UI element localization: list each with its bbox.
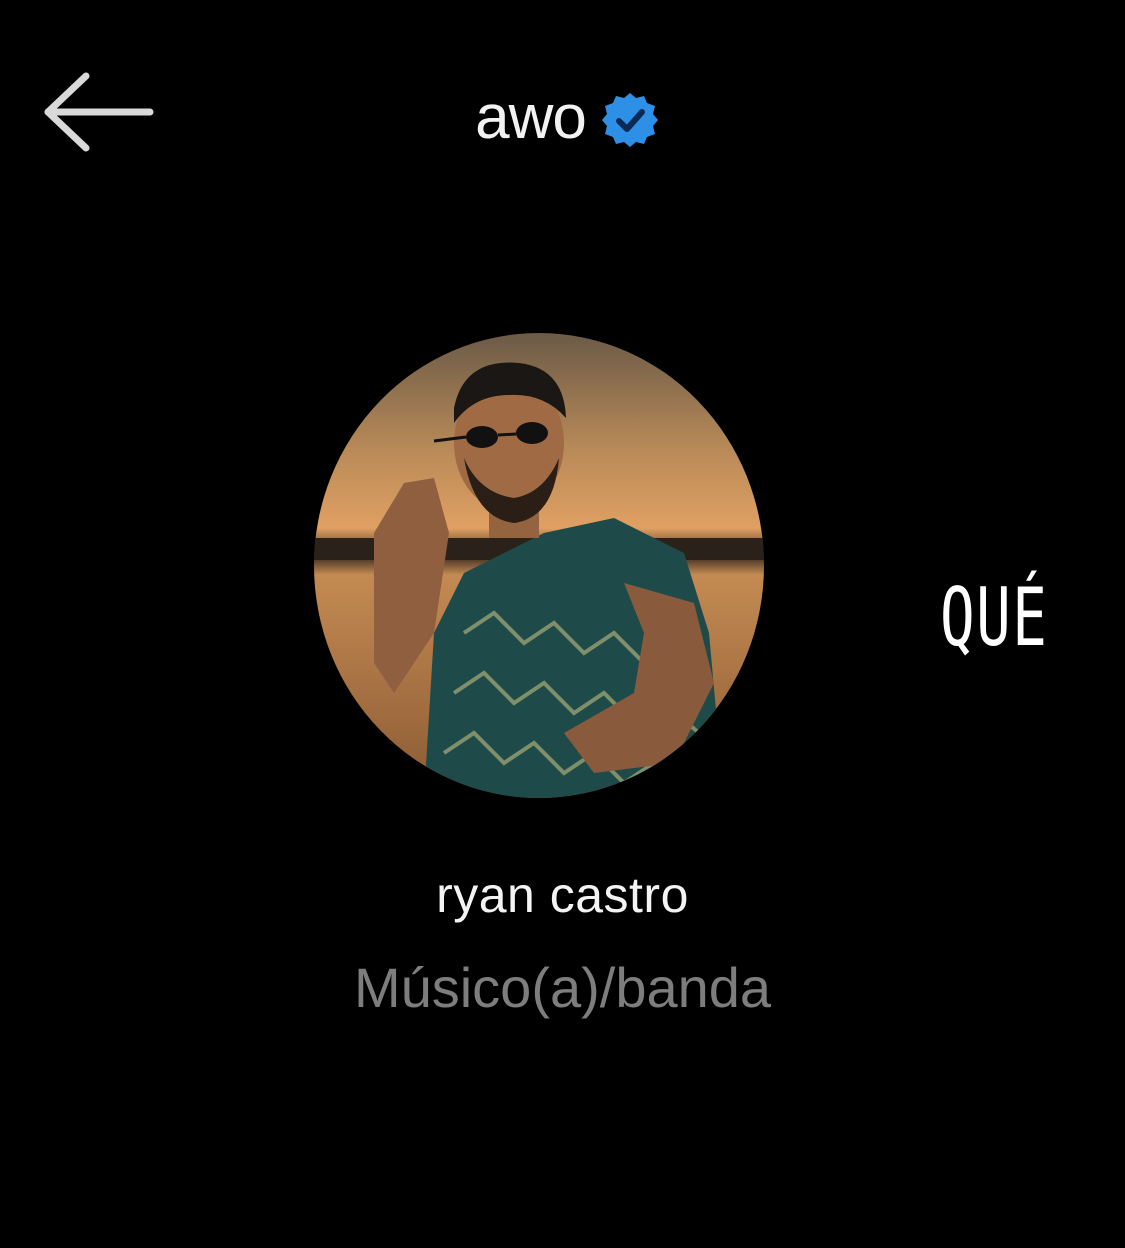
username-title: awo [475, 83, 587, 152]
profile-avatar[interactable] [314, 333, 764, 798]
profile-category: Músico(a)/banda [353, 956, 772, 1019]
profile-display-name: ryan castro [436, 867, 689, 923]
overlay-text: QUÉ [940, 571, 1049, 664]
verified-badge-icon [601, 93, 658, 147]
profile-header: awo [0, 78, 1125, 158]
profile-photo [314, 333, 764, 798]
